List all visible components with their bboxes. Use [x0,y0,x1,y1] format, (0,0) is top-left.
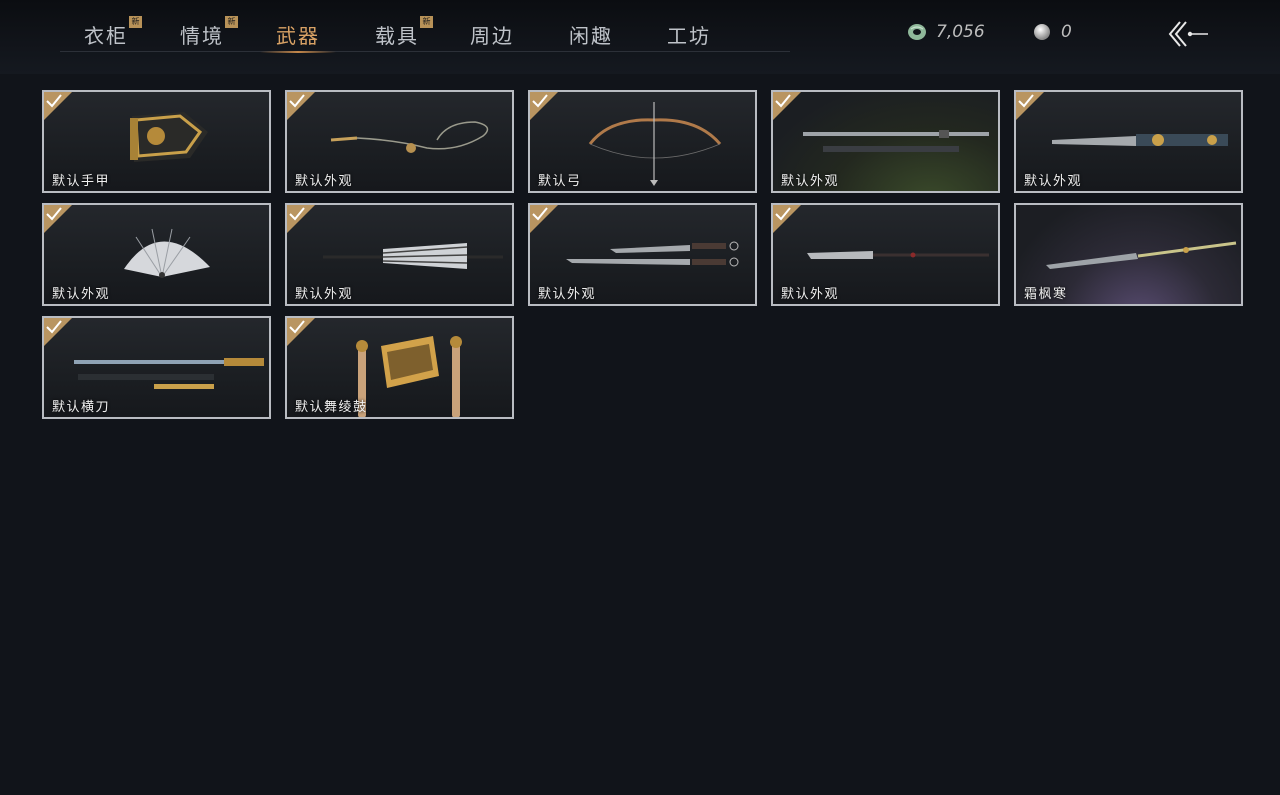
pearl-currency: 0 [1032,20,1072,44]
checkmark-icon [532,94,548,108]
checkmark-icon [289,207,305,221]
tab-scene[interactable]: 情境新 [180,16,238,50]
weapon-card[interactable]: 默认横刀 [42,316,271,419]
pearl-icon [1034,24,1050,40]
checkmark-icon [46,94,62,108]
item-label: 默认外观 [781,287,840,302]
item-label: 默认外观 [1024,174,1083,189]
weapon-card[interactable]: 霜枫寒 [1014,203,1243,306]
checkmark-icon [46,320,62,334]
weapon-card[interactable]: 默认外观 [771,203,1000,306]
jade-coin-icon [908,24,926,40]
back-arrow-icon[interactable] [1166,18,1212,50]
weapon-card[interactable]: 默认外观 [528,203,757,306]
checkmark-icon [532,207,548,221]
item-label: 默认弓 [538,174,582,189]
item-label: 霜枫寒 [1024,287,1068,302]
tab-vehicles[interactable]: 载具新 [375,16,433,50]
item-label: 默认外观 [295,287,354,302]
checkmark-icon [289,94,305,108]
weapon-card[interactable]: 默认外观 [285,90,514,193]
item-label: 默认外观 [538,287,597,302]
item-label: 默认手甲 [52,174,111,189]
weapon-card[interactable]: 默认舞绫鼓 [285,316,514,419]
new-badge: 新 [420,16,433,28]
item-label: 默认外观 [781,174,840,189]
tab-wardrobe[interactable]: 衣柜新 [84,16,142,50]
item-label: 默认舞绫鼓 [295,400,368,415]
item-label: 默认横刀 [52,400,111,415]
tab-leisure[interactable]: 闲趣 [569,20,613,50]
weapon-card[interactable]: 默认外观 [42,203,271,306]
category-tabs: 衣柜新 情境新 武器 载具新 周边 闲趣 工坊 [60,0,790,53]
checkmark-icon [289,320,305,334]
checkmark-icon [775,94,791,108]
item-label: 默认外观 [295,174,354,189]
tab-workshop[interactable]: 工坊 [667,20,711,50]
weapon-card[interactable]: 默认弓 [528,90,757,193]
tab-peripherals[interactable]: 周边 [470,20,514,50]
jade-currency: 7,056 [907,20,985,44]
weapon-card[interactable]: 默认外观 [1014,90,1243,193]
weapon-card[interactable]: 默认外观 [285,203,514,306]
tab-weapons[interactable]: 武器 [260,20,336,53]
weapon-card[interactable]: 默认手甲 [42,90,271,193]
new-badge: 新 [225,16,238,28]
new-badge: 新 [129,16,142,28]
checkmark-icon [46,207,62,221]
checkmark-icon [775,207,791,221]
item-label: 默认外观 [52,287,111,302]
weapon-card[interactable]: 默认外观 [771,90,1000,193]
top-bar: 衣柜新 情境新 武器 载具新 周边 闲趣 工坊 7,056 0 [0,0,1280,74]
checkmark-icon [1018,94,1034,108]
